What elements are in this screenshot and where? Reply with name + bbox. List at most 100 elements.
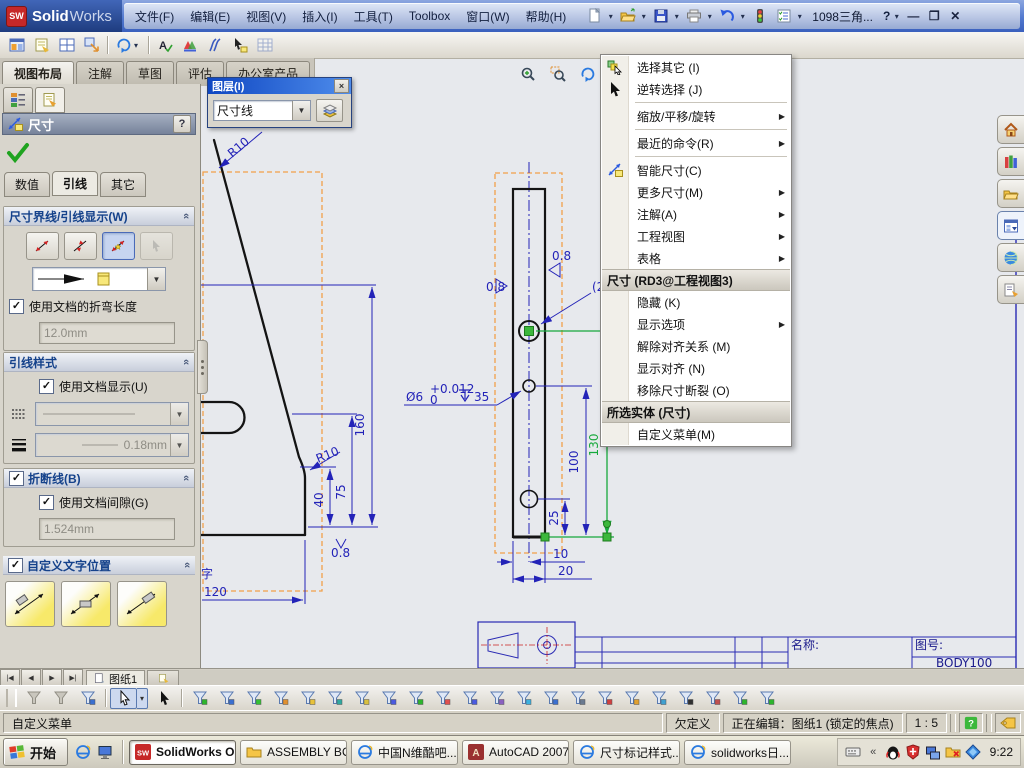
undo-button[interactable]: ▾ [716,5,747,27]
drawing-view-front[interactable]: 160 75 40 120 R10 R10 0.8 字 [200,131,378,604]
print-button[interactable]: ▾ [683,5,714,27]
filter-center-marks-icon[interactable] [456,688,483,709]
taskbar-task-0[interactable]: SW SolidWorks O... [129,739,237,765]
section-lines-button[interactable] [202,34,227,57]
text-position-middle-button[interactable] [61,581,111,627]
section-header[interactable]: 折断线(B)« [4,469,194,488]
dim-text-40[interactable]: 40 [312,492,326,507]
custom-text-checkbox[interactable] [8,557,23,573]
task-pane-resources-button[interactable] [997,147,1024,176]
task-pane-file-explorer-button[interactable] [997,179,1024,208]
menu-2[interactable]: 视图(V) [238,5,294,27]
table-grid-button[interactable] [252,34,277,57]
sheet-tab[interactable]: 图纸1 [86,670,146,686]
folder-error-icon[interactable] [945,744,962,761]
quick-launch-1[interactable] [94,740,116,764]
menu-item-5[interactable]: 最近的命令(R) ▶ [602,132,790,154]
window-grid-button[interactable] [54,34,79,57]
minimize-button[interactable]: — [904,8,922,24]
tab-feature-manager[interactable] [3,87,33,113]
dropdown-icon[interactable]: ▾ [672,12,681,21]
keyboard-icon[interactable] [845,744,862,761]
qq-icon[interactable] [885,744,902,761]
tag-button[interactable] [995,713,1021,733]
select-note-button[interactable] [227,34,252,57]
taskbar-task-5[interactable]: solidworks日... [684,739,792,765]
filter-datums-icon[interactable] [672,688,699,709]
taskbar-task-4[interactable]: 尺寸标记样式... [573,739,681,765]
options-button[interactable]: ▾ [773,5,804,27]
window-new-button[interactable] [4,34,29,57]
filter-magnify-icon[interactable] [564,688,591,709]
horizontal-scrollbar[interactable] [179,670,1024,686]
filter-faces-icon[interactable] [240,688,267,709]
menu-item-19[interactable]: 自定义菜单(M) [602,423,790,445]
rotate-view-button[interactable]: ▾ [111,34,145,57]
bend-length-input[interactable]: 12.0mm [39,322,175,344]
selection-handle[interactable] [603,520,611,528]
ok-button[interactable] [4,140,32,166]
filter-multiple-icon[interactable] [74,688,101,709]
dropdown-icon[interactable]: ▾ [795,12,804,21]
dim-text-r10-top[interactable]: R10 [225,134,252,160]
layer-properties-button[interactable] [316,99,343,122]
collapse-chevron-icon[interactable]: « [181,562,193,568]
dropdown-icon[interactable]: ▾ [738,12,747,21]
menu-item-15[interactable]: 解除对齐关系 (M) [602,335,790,357]
open-button[interactable]: ▾ [617,5,648,27]
command-tab-1[interactable]: 注解 [76,61,125,86]
invert-select-arrow-icon[interactable] [150,688,177,709]
use-doc-display-checkbox[interactable] [39,379,54,394]
filter-planes-icon[interactable] [348,688,375,709]
layer-combo-dropdown-icon[interactable]: ▼ [292,101,310,120]
sheet-next-button[interactable]: ▶ [42,669,62,686]
note-yellow-button[interactable] [29,34,54,57]
chevron-left-icon[interactable]: « [865,744,882,761]
help-menu[interactable]: ? [881,5,892,27]
command-tab-0[interactable]: 视图布局 [2,61,75,86]
layer-combo[interactable]: 尺寸线 ▼ [213,100,311,121]
dim-text-dia6[interactable]: Ø6 [406,390,423,404]
select-dropdown-icon[interactable]: ▾ [137,687,148,709]
menu-7[interactable]: 帮助(H) [518,5,575,27]
use-doc-gap-row[interactable]: 使用文档间隙(G) [39,494,189,511]
dim-text-160[interactable]: 160 [353,414,367,437]
start-button[interactable]: 开始 [3,738,69,766]
text-position-left-button[interactable] [5,581,55,627]
tab-value[interactable]: 数值 [4,172,51,197]
dim-text-10[interactable]: 10 [553,547,568,561]
menu-5[interactable]: Toolbox [401,5,458,27]
leader-dia6[interactable] [496,390,522,406]
toolbar-grip[interactable] [6,689,17,707]
color-swatch-button[interactable] [177,34,202,57]
menu-item-14[interactable]: 显示选项 ▶ [602,313,790,335]
select-arrow-icon[interactable] [110,687,137,709]
filter-annotations-icon[interactable] [591,688,618,709]
zoom-area-button[interactable] [546,62,570,86]
leader-note[interactable] [540,292,592,325]
dropdown-icon[interactable]: ▾ [606,12,615,21]
arrow-style-combo[interactable]: ▼ [32,267,166,291]
tab-other[interactable]: 其它 [100,172,147,197]
taskbar-task-1[interactable]: ASSEMBLY BOD... [240,739,348,765]
task-pane-palette-button[interactable] [997,211,1024,240]
taskbar-task-3[interactable]: A AutoCAD 2007 [462,739,570,765]
filter-coordinate-icon[interactable] [402,688,429,709]
section-header[interactable]: 引线样式 « [4,353,194,372]
part-geometry-front[interactable] [200,138,307,537]
sheet-last-button[interactable]: ▶| [63,669,83,686]
dim-text-100[interactable]: 100 [567,451,581,474]
selection-handle[interactable] [540,532,550,542]
menu-6[interactable]: 窗口(W) [458,5,517,27]
filter-edges-icon[interactable] [213,688,240,709]
task-pane-home-button[interactable] [997,115,1024,144]
filter-balloons-icon[interactable] [645,688,672,709]
section-header[interactable]: 自定义文字位置« [3,556,195,575]
gem-icon[interactable] [965,744,982,761]
dim-text-75[interactable]: 75 [334,484,348,499]
arrows-outside-button[interactable] [25,232,59,260]
sheet-first-button[interactable]: |◀ [0,669,20,686]
tab-leaders[interactable]: 引线 [52,171,99,196]
add-sheet-tab[interactable] [147,670,180,686]
dropdown-icon[interactable]: ▾ [705,12,714,21]
